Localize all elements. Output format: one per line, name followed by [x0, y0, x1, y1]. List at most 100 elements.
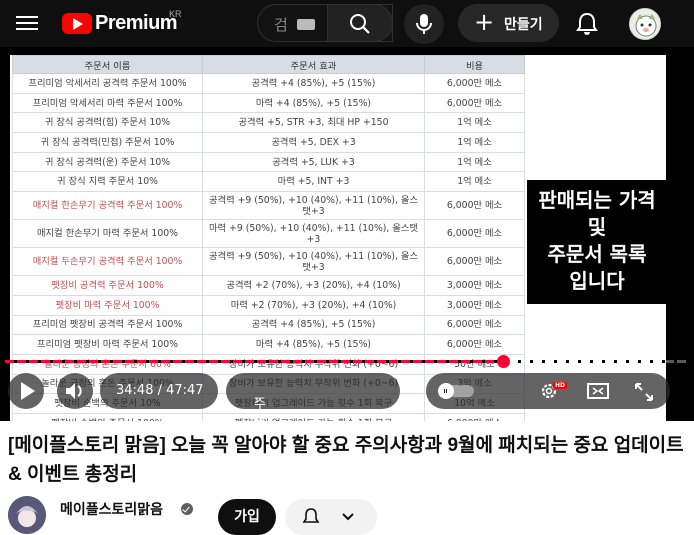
table-row: 귀 장식 공격력(민첩) 주문서 10% 공격력 +5, DEX +3 1억 메소 — [12, 132, 525, 153]
table-cell-effect: 마력 +2 (70%), +3 (20%), +4 (10%) — [202, 294, 425, 316]
video-frame: 주문서 이름 주문서 효과 비용 프리미엄 악세서리 공격력 주문서 100% 공… — [10, 55, 667, 421]
channel-avatar-image — [8, 496, 46, 534]
join-button[interactable]: 가입 — [218, 499, 276, 535]
table-cell-name: 귀 장식 공격력(운) 주문서 10% — [12, 151, 203, 173]
volume-icon — [66, 383, 82, 399]
table-cell-name: 프리미엄 펫장비 마력 주문서 100% — [12, 334, 203, 355]
avatar-image — [635, 14, 657, 37]
create-label: 만들기 — [504, 17, 543, 33]
table-cell-cost: 6,000만 메소 — [424, 314, 525, 336]
table-cell-cost: 6,000만 메소 — [424, 334, 525, 355]
table-cell-effect: 공격력 +4 (85%), +5 (15%) — [202, 73, 425, 94]
table-cell-effect: 공격력 +9 (50%), +10 (40%), +11 (10%), 올스탯+… — [202, 191, 425, 221]
search-button[interactable] — [327, 4, 393, 42]
caption-line: 판매되는 가격 — [538, 188, 656, 212]
table-cell-name: 귀 장식 지력 주문서 10% — [12, 171, 203, 193]
caption-line: 입니다 — [569, 269, 625, 293]
verified-check-icon — [181, 503, 193, 515]
table-cell-name: 프리미엄 악세서리 공격력 주문서 100% — [12, 73, 203, 94]
table-header-row: 주문서 이름 주문서 효과 비용 — [12, 55, 525, 74]
bell-icon — [302, 508, 320, 523]
table-cell-cost: 3,000만 메소 — [424, 275, 525, 296]
channel-avatar[interactable] — [8, 496, 46, 534]
caption-line: 주문서 목록 — [547, 242, 647, 266]
column-header: 주문서 이름 — [12, 55, 203, 74]
table-cell-name: 매지컬 한손무기 공격력 주문서 100% — [12, 191, 203, 221]
scroll-price-table: 주문서 이름 주문서 효과 비용 프리미엄 악세서리 공격력 주문서 100% 공… — [12, 55, 525, 421]
progress-scrubber[interactable] — [497, 355, 510, 368]
time-text: 34:48 / 47:47 — [116, 383, 204, 398]
video-player[interactable]: 주문서 이름 주문서 효과 비용 프리미엄 악세서리 공격력 주문서 100% 공… — [0, 47, 694, 421]
table-cell-cost: 6,000만 메소 — [424, 247, 525, 277]
table-cell-effect: 마력 +5, INT +3 — [202, 171, 425, 193]
chevron-down-icon — [342, 513, 354, 521]
table-cell-cost: 1억 메소 — [424, 171, 525, 193]
plus-icon: + — [474, 8, 495, 36]
table-cell-cost: 6,000만 메소 — [424, 92, 525, 114]
table-cell-cost: 6,000만 메소 — [424, 73, 525, 94]
table-cell-effect: 펫장비의 업그레이드 가능 횟수 1회 복구 — [202, 412, 425, 421]
table-cell-cost: 6,000만 메소 — [424, 219, 525, 249]
mic-icon — [416, 14, 432, 34]
progress-bar[interactable] — [5, 360, 688, 363]
table-cell-effect: 마력 +9 (50%), +10 (40%), +11 (10%), 올스탯 +… — [202, 219, 425, 249]
create-button[interactable]: + 만들기 — [458, 4, 559, 42]
autoplay-toggle[interactable] — [438, 383, 474, 399]
table-cell-effect: 공격력 +5, STR +3, 최대 HP +150 — [202, 112, 425, 134]
table-cell-name: 펫장비 순백의 주문서 100% — [12, 412, 203, 421]
table-cell-name: 매지컬 한손무기 마력 주문서 100% — [12, 219, 203, 249]
table-cell-name: 프리미엄 펫장비 공격력 주문서 100% — [12, 314, 203, 336]
bell-icon — [576, 12, 598, 35]
subscription-bell-button[interactable] — [285, 499, 377, 535]
table-row: 매지컬 한손무기 공격력 주문서 100% 공격력 +9 (50%), +10 (… — [12, 191, 525, 221]
channel-name[interactable]: 메이플스토리맑음 — [60, 499, 163, 519]
table-cell-cost: 1억 메소 — [424, 112, 525, 134]
logo-text: Premium — [95, 11, 178, 34]
table-cell-cost: 50만 메소 — [424, 353, 525, 375]
table-cell-cost: 6,000만 메소 — [424, 191, 525, 221]
column-header: 비용 — [424, 55, 525, 74]
logo-region: KR — [169, 9, 182, 19]
table-cell-effect: 공격력 +5, LUK +3 — [202, 151, 425, 173]
table-row: 펫장비 순백의 주문서 100%펫장비의 업그레이드 가능 횟수 1회 복구6,… — [12, 412, 525, 421]
table-cell-effect: 마력 +4 (85%), +5 (15%) — [202, 334, 425, 355]
table-cell-cost: 1억 메소 — [424, 132, 525, 153]
hd-badge: HD — [553, 382, 568, 389]
player-right-controls: HD — [426, 373, 670, 409]
table-row: 매지컬 한손무기 마력 주문서 100% 마력 +9 (50%), +10 (40… — [12, 219, 525, 249]
table-cell-effect: 공격력 +2 (70%), +3 (20%), +4 (10%) — [202, 275, 425, 296]
table-row: 귀 장식 공격력(운) 주문서 10% 공격력 +5, LUK +3 1억 메소 — [12, 151, 525, 173]
youtube-play-logo-icon — [62, 12, 92, 34]
table-row: 프리미엄 악세서리 공격력 주문서 100% 공격력 +4 (85%), +5 (… — [12, 73, 525, 94]
table-cell-cost: 6,000만 메소 — [424, 412, 525, 421]
table-cell-effect: 공격력 +9 (50%), +10 (40%), +11 (10%), 올스탯+… — [202, 247, 425, 277]
table-row: 놀라운 긍정의 혼돈 주문서 60% 장비가 보유한 능력치 무작위 변화 (+0… — [12, 353, 525, 375]
table-cell-cost: 3,000만 메소 — [424, 294, 525, 316]
table-cell-name: 매지컬 두손무기 공격력 주문서 100% — [12, 247, 203, 277]
voice-search-button[interactable] — [404, 4, 444, 44]
youtube-premium-logo[interactable]: Premium KR — [62, 9, 182, 35]
table-cell-name: 놀라운 긍정의 혼돈 주문서 60% — [12, 353, 203, 375]
menu-icon[interactable] — [16, 13, 38, 33]
table-cell-effect: 장비가 보유한 능력치 무작위 변화 (+0~6) — [202, 353, 425, 375]
table-row: 프리미엄 펫장비 마력 주문서 100% 마력 +4 (85%), +5 (15%… — [12, 334, 525, 355]
chapter-button[interactable]: 주문서 메소 구매 시 › — [226, 373, 400, 421]
time-display: 34:48 / 47:47 — [100, 373, 218, 409]
table-cell-name: 펫장비 마력 주문서 100% — [12, 294, 203, 316]
chapter-markers — [5, 360, 688, 363]
table-row: 프리미엄 펫장비 공격력 주문서 100% 공격력 +4 (85%), +5 (1… — [12, 314, 525, 336]
top-bar: Premium KR 검 + 만들기 — [0, 0, 694, 47]
table-cell-name: 귀 장식 공격력(힘) 주문서 10% — [12, 112, 203, 134]
table-cell-cost: 1억 메소 — [424, 151, 525, 173]
notifications-button[interactable] — [572, 9, 602, 39]
table-row: 펫장비 공격력 주문서 100% 공격력 +2 (70%), +3 (20%), … — [12, 275, 525, 296]
keyboard-icon[interactable] — [297, 19, 315, 30]
play-button[interactable] — [8, 373, 44, 409]
table-cell-effect: 공격력 +5, DEX +3 — [202, 132, 425, 153]
theater-mode-icon[interactable] — [586, 381, 610, 401]
column-header: 주문서 효과 — [202, 55, 425, 74]
fullscreen-icon[interactable] — [633, 381, 655, 403]
table-row: 귀 장식 공격력(힘) 주문서 10% 공격력 +5, STR +3, 최대 HP… — [12, 112, 525, 134]
volume-button[interactable] — [57, 373, 93, 409]
avatar[interactable] — [629, 8, 661, 40]
